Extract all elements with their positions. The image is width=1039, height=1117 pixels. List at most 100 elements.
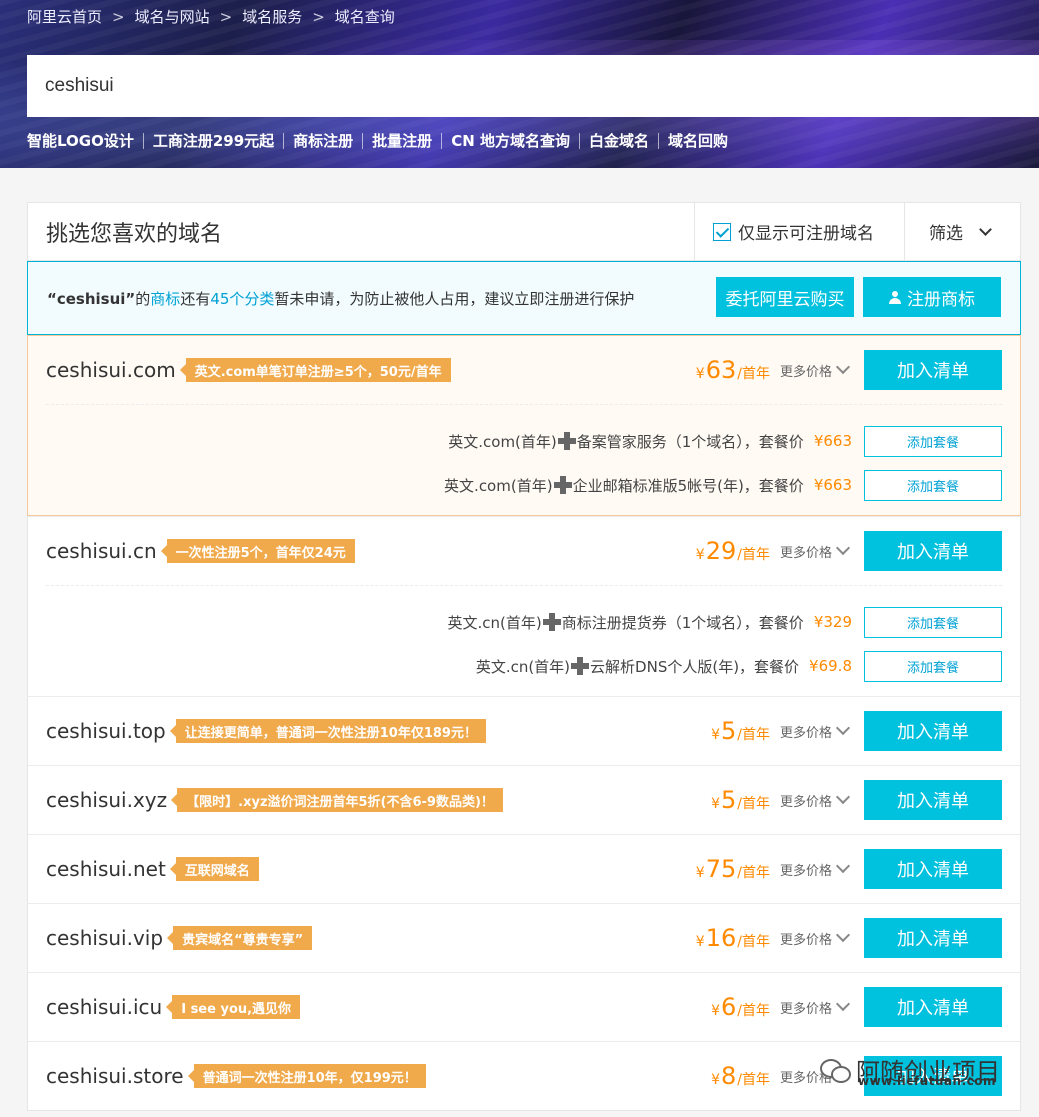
- notice-quote-close: ”: [125, 289, 136, 308]
- package-desc: 商标注册提货券（1个域名），套餐价: [561, 613, 804, 632]
- price: ¥8/首年: [711, 1062, 770, 1090]
- domain-results-panel: 挑选您喜欢的域名 仅显示可注册域名 筛选 “ceshisui”的商标还有45个分…: [27, 202, 1021, 1111]
- more-prices-toggle[interactable]: 更多价格: [780, 858, 851, 879]
- add-to-list-button[interactable]: 加入清单: [864, 780, 1002, 820]
- domain-row-top: ceshisui.top 让连接更简单，普通词一次性注册10年仅189元！ ¥5…: [28, 696, 1020, 765]
- domain-row-xyz: ceshisui.xyz 【限时】.xyz溢价词注册首年5折(不含6-9数品类)…: [28, 765, 1020, 834]
- price-value: 63: [705, 356, 737, 384]
- watermark-url: www.licfutuan.com: [858, 1074, 996, 1088]
- wechat-icon: [820, 1057, 851, 1083]
- domain-name: ceshisui.cn: [46, 539, 157, 563]
- more-prices-toggle[interactable]: 更多价格: [779, 359, 851, 380]
- more-prices-toggle[interactable]: 更多价格: [779, 789, 851, 810]
- price-value: 5: [720, 786, 737, 814]
- breadcrumb-domain-query[interactable]: 域名查询: [335, 6, 395, 27]
- domain-row-cn: ceshisui.cn 一次性注册5个，首年仅24元 ¥29/首年 更多价格 加…: [28, 516, 1020, 696]
- more-prices-label: 更多价格: [779, 725, 832, 741]
- breadcrumb-separator: >: [219, 7, 233, 26]
- plus-icon: [557, 432, 576, 450]
- more-prices-toggle[interactable]: 更多价格: [779, 720, 851, 741]
- quick-link-business-registration[interactable]: 工商注册299元起: [153, 130, 274, 151]
- breadcrumb-domain-service[interactable]: 域名服务: [242, 6, 302, 27]
- notice-buttons: 委托阿里云购买 注册商标: [716, 277, 1001, 317]
- currency-symbol: ¥: [711, 727, 720, 743]
- price: ¥5/首年: [711, 786, 770, 814]
- promo-tag: 普通词一次性注册10年，仅199元！: [187, 1064, 426, 1088]
- package-item: 英文.cn(首年) 云解析DNS个人版(年)，套餐价 ¥69.8 添加套餐: [46, 644, 1002, 688]
- add-package-button[interactable]: 添加套餐: [864, 606, 1002, 638]
- add-package-button[interactable]: 添加套餐: [864, 650, 1002, 682]
- promo-tag: 一次性注册5个，首年仅24元: [160, 539, 355, 563]
- package-domain: 英文.com(首年): [448, 432, 557, 451]
- quick-link-buyback[interactable]: 域名回购: [668, 130, 728, 151]
- more-prices-label: 更多价格: [779, 545, 832, 561]
- package-desc: 企业邮箱标准版5帐号(年)，套餐价: [572, 476, 804, 495]
- breadcrumb-separator: >: [112, 7, 125, 26]
- checkbox-checked-icon[interactable]: [713, 222, 731, 241]
- chevron-down-icon: [835, 789, 851, 805]
- register-trademark-button[interactable]: 注册商标: [863, 277, 1001, 317]
- notice-categories-link[interactable]: 45个分类: [210, 290, 274, 308]
- currency-symbol: ¥: [695, 366, 705, 382]
- package-price: ¥69.8: [809, 657, 852, 675]
- filter-dropdown[interactable]: 筛选: [904, 202, 1020, 261]
- quick-link-trademark[interactable]: 商标注册: [293, 130, 353, 151]
- more-prices-toggle[interactable]: 更多价格: [779, 540, 851, 561]
- user-icon: [889, 290, 901, 304]
- add-to-list-button[interactable]: 加入清单: [864, 849, 1002, 889]
- panel-header: 挑选您喜欢的域名 仅显示可注册域名 筛选: [28, 202, 1020, 261]
- trademark-notice: “ceshisui”的商标还有45个分类暂未申请，为防止被他人占用，建议立即注册…: [27, 261, 1021, 335]
- add-to-list-button[interactable]: 加入清单: [864, 531, 1002, 571]
- price-unit: /首年: [737, 934, 770, 950]
- currency-symbol: ¥: [695, 934, 705, 950]
- package-domain: 英文.cn(首年): [475, 657, 571, 676]
- domain-row-vip: ceshisui.vip 贵宾域名“尊贵专享” ¥16/首年 更多价格 加入清单: [28, 903, 1020, 972]
- breadcrumb: 阿里云首页 > 域名与网站 > 域名服务 > 域名查询: [27, 6, 395, 27]
- domain-name: ceshisui.xyz: [46, 788, 168, 812]
- quick-link-platinum[interactable]: 白金域名: [589, 130, 649, 151]
- more-prices-label: 更多价格: [779, 932, 832, 948]
- entrust-purchase-button[interactable]: 委托阿里云购买: [716, 277, 854, 317]
- quick-link-logo-design[interactable]: 智能LOGO设计: [27, 130, 134, 151]
- more-prices-label: 更多价格: [779, 364, 832, 380]
- notice-trademark-link[interactable]: 商标: [150, 290, 180, 308]
- domain-name: ceshisui.top: [46, 719, 166, 743]
- quick-link-divider: [142, 132, 144, 149]
- price-value: 8: [720, 1062, 737, 1090]
- notice-quote-open: “: [47, 289, 57, 308]
- add-to-list-button[interactable]: 加入清单: [864, 711, 1002, 751]
- add-to-list-button[interactable]: 加入清单: [864, 987, 1002, 1027]
- package-domain: 英文.com(首年): [444, 476, 553, 495]
- filter-label: 筛选: [929, 224, 963, 244]
- quick-link-cn-local[interactable]: CN 地方域名查询: [451, 130, 570, 151]
- price-value: 6: [720, 993, 737, 1021]
- price: ¥29/首年: [696, 537, 770, 565]
- promo-tag: 贵宾域名“尊贵专享”: [167, 926, 313, 950]
- breadcrumb-home[interactable]: 阿里云首页: [27, 6, 102, 27]
- chevron-down-icon: [979, 222, 992, 236]
- domain-search-input[interactable]: [27, 55, 1039, 117]
- price-value: 29: [705, 537, 737, 565]
- breadcrumb-separator: >: [312, 7, 325, 26]
- add-package-button[interactable]: 添加套餐: [864, 425, 1002, 457]
- quick-link-bulk-register[interactable]: 批量注册: [372, 130, 432, 151]
- currency-symbol: ¥: [711, 796, 720, 812]
- add-package-button[interactable]: 添加套餐: [864, 469, 1002, 501]
- domain-row-net: ceshisui.net 互联网域名 ¥75/首年 更多价格 加入清单: [28, 834, 1020, 903]
- more-prices-label: 更多价格: [779, 1001, 832, 1017]
- price-value: 5: [720, 717, 737, 745]
- breadcrumb-domains-websites[interactable]: 域名与网站: [135, 6, 210, 27]
- add-to-list-button[interactable]: 加入清单: [864, 350, 1002, 390]
- price-unit: /首年: [737, 796, 770, 812]
- price-unit: /首年: [737, 1003, 770, 1019]
- only-available-toggle[interactable]: 仅显示可注册域名: [694, 202, 904, 261]
- add-to-list-button[interactable]: 加入清单: [864, 918, 1002, 958]
- more-prices-toggle[interactable]: 更多价格: [779, 927, 851, 948]
- chevron-down-icon: [835, 996, 851, 1012]
- promo-tag: 让连接更简单，普通词一次性注册10年仅189元！: [169, 719, 486, 743]
- more-prices-toggle[interactable]: 更多价格: [779, 996, 851, 1017]
- price: ¥5/首年: [711, 717, 770, 745]
- package-domain: 英文.cn(首年): [447, 613, 542, 632]
- promo-tag: 【限时】.xyz溢价词注册首年5折(不含6-9数品类)！: [171, 788, 503, 812]
- more-prices-label: 更多价格: [779, 794, 832, 810]
